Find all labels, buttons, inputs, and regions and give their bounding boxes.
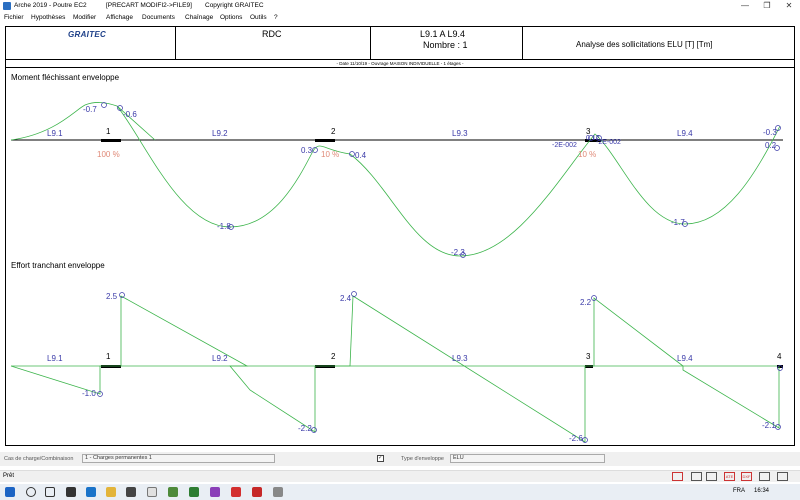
status-icon bbox=[777, 472, 788, 481]
task-view-icon[interactable] bbox=[45, 487, 55, 497]
app-title: Arche 2019 - Poutre EC2 bbox=[14, 2, 87, 9]
close-button[interactable]: ✕ bbox=[778, 0, 800, 13]
envelope-checkbox[interactable]: ✓ bbox=[377, 455, 384, 462]
status-icon bbox=[672, 472, 683, 481]
shear-value-label: -2.6 bbox=[569, 434, 583, 443]
moment-support-percent: 10 % bbox=[321, 150, 339, 159]
shear-value-label: 2.2 bbox=[580, 298, 592, 307]
app-icon[interactable] bbox=[210, 487, 220, 497]
shear-support-label: 1 bbox=[106, 352, 111, 361]
shear-value-label: 2.5 bbox=[106, 292, 118, 301]
moment-span-label: L9.4 bbox=[677, 129, 693, 138]
app-icon[interactable] bbox=[189, 487, 199, 497]
moment-value-label: -2E-002 bbox=[596, 139, 621, 146]
menu-help[interactable]: ? bbox=[274, 14, 278, 21]
app-icon bbox=[3, 2, 11, 10]
shear-span-label: L9.3 bbox=[452, 354, 468, 363]
status-icon bbox=[759, 472, 770, 481]
shear-support-label: 2 bbox=[331, 352, 336, 361]
pdf-icon[interactable] bbox=[231, 487, 241, 497]
moment-support-label: 1 bbox=[106, 127, 111, 136]
shear-value-label: -1.0 bbox=[82, 389, 96, 398]
menu-hypotheses[interactable]: Hypothèses bbox=[31, 14, 65, 21]
folder-icon[interactable] bbox=[106, 487, 116, 497]
diagrams-canvas: Moment fléchissant enveloppe L9.1 L9.2 L… bbox=[10, 73, 783, 443]
case-field[interactable]: 1 - Charges permanentes 1 bbox=[82, 454, 275, 463]
title-bar: Arche 2019 - Poutre EC2 [PRECART MODIFI2… bbox=[0, 0, 800, 13]
shear-value-label: -2.1 bbox=[762, 421, 776, 430]
app-icon[interactable] bbox=[273, 487, 283, 497]
menu-affichage[interactable]: Affichage bbox=[106, 14, 133, 21]
moment-value-label: -2E-002 bbox=[552, 142, 577, 149]
shear-support-label: 3 bbox=[586, 352, 591, 361]
status-icon bbox=[706, 472, 717, 481]
app-icon[interactable] bbox=[252, 487, 262, 497]
menu-outils[interactable]: Outils bbox=[250, 14, 267, 21]
moment-support-label: 2 bbox=[331, 127, 336, 136]
start-icon[interactable] bbox=[5, 487, 15, 497]
envelope-field[interactable]: ELU bbox=[450, 454, 605, 463]
moment-value-label: -0.6 bbox=[123, 110, 137, 119]
shear-support-3 bbox=[585, 365, 593, 368]
app-icon[interactable] bbox=[126, 487, 136, 497]
windows-taskbar: FRA 16:34 bbox=[0, 484, 800, 500]
moment-span-label: L9.3 bbox=[452, 129, 468, 138]
shear-title: Effort tranchant enveloppe bbox=[11, 261, 105, 270]
case-label: Cas de charge/Combinaison bbox=[4, 456, 74, 462]
moment-support-percent: 10 % bbox=[578, 150, 596, 159]
shear-point bbox=[351, 291, 357, 297]
moment-value-label: -2.3 bbox=[451, 248, 465, 257]
menu-modifier[interactable]: Modifier bbox=[73, 14, 96, 21]
moment-value-label: 0.2 bbox=[765, 141, 777, 150]
menu-fichier[interactable]: Fichier bbox=[4, 14, 24, 21]
shear-support-label: 4 bbox=[777, 352, 782, 361]
app-icon[interactable] bbox=[147, 487, 157, 497]
ate-icon[interactable]: ATE bbox=[724, 472, 735, 481]
status-text: Prêt bbox=[3, 473, 15, 479]
shear-value-label: -2.2 bbox=[298, 424, 312, 433]
shear-span-label: L9.1 bbox=[47, 354, 63, 363]
envelope-label: Type d'enveloppe bbox=[401, 456, 444, 462]
app-icon[interactable] bbox=[66, 487, 76, 497]
status-icon bbox=[691, 472, 702, 481]
combination-bar: Cas de charge/Combinaison 1 - Charges pe… bbox=[0, 452, 800, 466]
menu-options[interactable]: Options bbox=[220, 14, 242, 21]
menu-bar: Fichier Hypothèses Modifier Affichage Do… bbox=[0, 13, 800, 24]
status-bar: Prêt ATE DXF bbox=[0, 470, 800, 482]
moment-span-label: L9.1 bbox=[47, 129, 63, 138]
shear-span-label: L9.4 bbox=[677, 354, 693, 363]
moment-value-label: -0.3 bbox=[763, 128, 777, 137]
search-icon[interactable] bbox=[26, 487, 36, 497]
moment-value-label: -1.8 bbox=[217, 222, 231, 231]
shear-curve bbox=[10, 295, 780, 443]
clock[interactable]: 16:34 bbox=[754, 488, 769, 494]
edge-icon[interactable] bbox=[86, 487, 96, 497]
language-indicator[interactable]: FRA bbox=[733, 488, 745, 494]
moment-value-label: 0.3 bbox=[301, 146, 313, 155]
menu-chainage[interactable]: Chaînage bbox=[185, 14, 213, 21]
shear-support-2 bbox=[315, 365, 335, 368]
menu-documents[interactable]: Documents bbox=[142, 14, 175, 21]
moment-title: Moment fléchissant enveloppe bbox=[11, 73, 120, 82]
shear-support-1 bbox=[101, 365, 121, 368]
moment-support-percent: 100 % bbox=[97, 150, 120, 159]
moment-support-2 bbox=[315, 139, 335, 142]
shear-span-label: L9.2 bbox=[212, 354, 228, 363]
copyright-text: Copyright GRAITEC bbox=[205, 2, 264, 9]
moment-span-label: L9.2 bbox=[212, 129, 228, 138]
moment-support-1 bbox=[101, 139, 121, 142]
file-title: [PRECART MODIFI2->FILE9] bbox=[106, 2, 192, 9]
shear-value-label: 2.4 bbox=[340, 294, 352, 303]
minimize-button[interactable]: — bbox=[734, 0, 756, 13]
moment-value-label: 0.4 bbox=[355, 151, 367, 160]
dxf-icon[interactable]: DXF bbox=[741, 472, 752, 481]
moment-value-label: -1.7 bbox=[671, 218, 685, 227]
maximize-button[interactable]: ❐ bbox=[756, 0, 778, 13]
app-icon[interactable] bbox=[168, 487, 178, 497]
moment-value-label: -0.7 bbox=[83, 105, 97, 114]
